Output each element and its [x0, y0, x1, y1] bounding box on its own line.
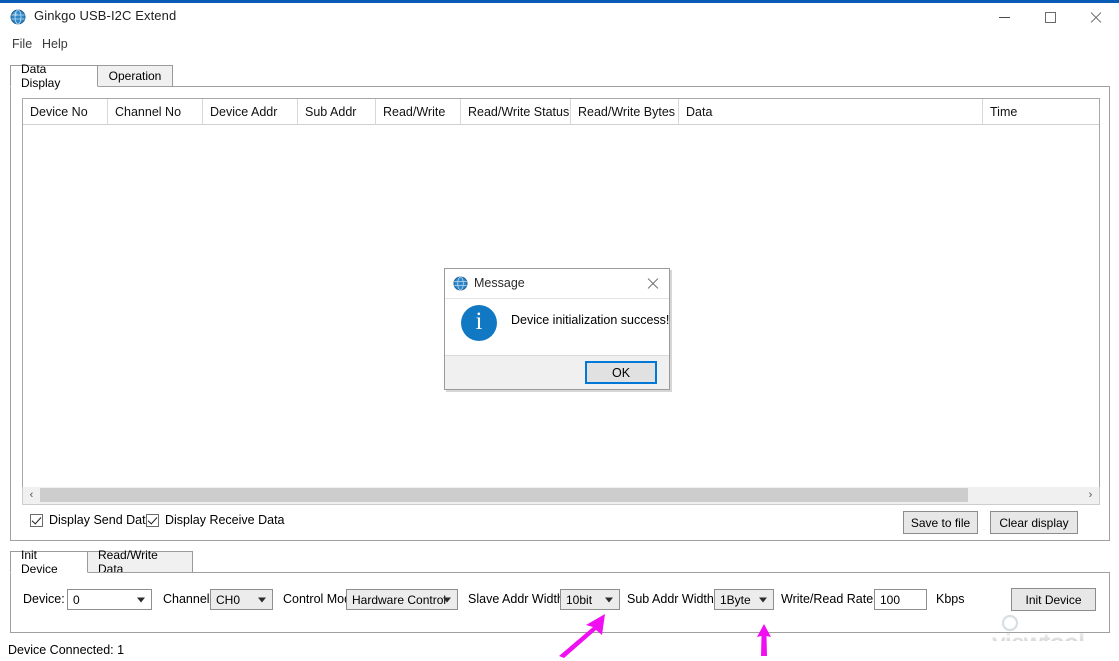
- tab-data-display[interactable]: Data Display: [10, 62, 98, 90]
- dialog-title: Message: [474, 276, 525, 290]
- chevron-down-icon: [258, 597, 266, 602]
- chevron-down-icon: [759, 597, 767, 602]
- device-label: Device:: [23, 592, 65, 606]
- control-mode-combo[interactable]: Hardware Control: [346, 589, 458, 610]
- dialog-ok-button[interactable]: OK: [585, 361, 657, 384]
- tab-read-write-data[interactable]: Read/Write Data: [87, 548, 193, 576]
- tab-operation[interactable]: Operation: [97, 65, 173, 87]
- sub-addr-width-value: 1Byte: [720, 592, 751, 607]
- channel-label: Channel:: [163, 592, 214, 606]
- column-header-read-write-bytes[interactable]: Read/Write Bytes: [571, 99, 679, 125]
- init-device-button[interactable]: Init Device: [1011, 588, 1096, 611]
- checkbox-display-send-data-label: Display Send Data: [49, 513, 153, 527]
- status-bar: Device Connected: 1: [0, 641, 1119, 661]
- column-header-data[interactable]: Data: [679, 99, 983, 125]
- close-icon: [647, 278, 659, 290]
- display-options-row: Display Send Data Display Receive Data S…: [22, 511, 1100, 537]
- bottom-tab-strip: Init Device Read/Write Data: [10, 548, 1110, 576]
- save-to-file-button[interactable]: Save to file: [903, 511, 978, 534]
- column-header-read-write[interactable]: Read/Write: [376, 99, 461, 125]
- column-header-channel-no[interactable]: Channel No: [108, 99, 203, 125]
- title-bar: Ginkgo USB-I2C Extend: [0, 3, 1119, 32]
- data-grid-horizontal-scrollbar[interactable]: ‹ ›: [22, 487, 1100, 505]
- scroll-left-icon[interactable]: ‹: [23, 487, 40, 503]
- scroll-right-icon[interactable]: ›: [1082, 487, 1099, 503]
- chevron-down-icon: [605, 597, 613, 602]
- init-device-panel: Device: 0 Channel: CH0 Control Mode: Har…: [10, 572, 1110, 633]
- window-title: Ginkgo USB-I2C Extend: [34, 8, 177, 23]
- close-icon: [1090, 12, 1102, 24]
- status-text: Device Connected: 1: [8, 643, 125, 657]
- column-header-device-no[interactable]: Device No: [23, 99, 108, 125]
- app-globe-icon: [10, 9, 26, 25]
- menu-bar: File Help: [0, 32, 1119, 56]
- minimize-button[interactable]: [981, 3, 1027, 32]
- sub-addr-width-label: Sub Addr Width:: [627, 592, 718, 606]
- device-combo[interactable]: 0: [67, 589, 152, 610]
- slave-addr-width-label: Slave Addr Width:: [468, 592, 568, 606]
- data-grid-header: Device No Channel No Device Addr Sub Add…: [23, 99, 1099, 125]
- dialog-body: i Device initialization success!: [445, 299, 669, 355]
- chevron-down-icon: [443, 597, 451, 602]
- write-read-rate-unit: Kbps: [936, 592, 965, 606]
- control-mode-combo-value: Hardware Control: [352, 592, 447, 607]
- slave-addr-width-combo[interactable]: 10bit: [560, 589, 620, 610]
- dialog-close-button[interactable]: [637, 269, 669, 298]
- checkbox-display-send-data[interactable]: Display Send Data: [30, 513, 153, 527]
- menu-item-file[interactable]: File: [8, 36, 36, 52]
- slave-addr-width-value: 10bit: [566, 592, 593, 607]
- maximize-button[interactable]: [1027, 3, 1073, 32]
- scrollbar-thumb[interactable]: [40, 488, 968, 502]
- top-tab-strip: Data Display Operation: [10, 62, 1110, 90]
- channel-combo[interactable]: CH0: [210, 589, 273, 610]
- column-header-sub-addr[interactable]: Sub Addr: [298, 99, 376, 125]
- channel-combo-value: CH0: [216, 592, 241, 607]
- checkbox-display-receive-data-label: Display Receive Data: [165, 513, 285, 527]
- column-header-device-addr[interactable]: Device Addr: [203, 99, 298, 125]
- tab-init-device[interactable]: Init Device: [10, 548, 88, 576]
- message-dialog: Message i Device initialization success!…: [444, 268, 670, 390]
- close-button[interactable]: [1073, 3, 1119, 32]
- checkmark-icon: [146, 513, 159, 527]
- application-window: Ginkgo USB-I2C Extend File Help Data Dis…: [0, 0, 1119, 661]
- chevron-down-icon: [137, 597, 145, 602]
- write-read-rate-input[interactable]: 100: [874, 589, 927, 610]
- column-header-time[interactable]: Time: [983, 99, 1101, 125]
- minimize-icon: [998, 17, 1010, 18]
- dialog-footer: OK: [445, 355, 669, 389]
- dialog-message: Device initialization success!: [511, 313, 670, 327]
- column-header-read-write-status[interactable]: Read/Write Status: [461, 99, 571, 125]
- sub-addr-width-combo[interactable]: 1Byte: [714, 589, 774, 610]
- maximize-icon: [1044, 12, 1056, 23]
- info-icon: i: [461, 305, 497, 341]
- checkbox-display-receive-data[interactable]: Display Receive Data: [146, 513, 285, 527]
- device-combo-value: 0: [73, 592, 80, 607]
- dialog-title-bar: Message: [445, 269, 669, 299]
- write-read-rate-label: Write/Read Rate:: [781, 592, 877, 606]
- app-globe-icon: [453, 276, 468, 291]
- clear-display-button[interactable]: Clear display: [990, 511, 1078, 534]
- menu-item-help[interactable]: Help: [38, 36, 72, 52]
- checkmark-icon: [30, 513, 43, 527]
